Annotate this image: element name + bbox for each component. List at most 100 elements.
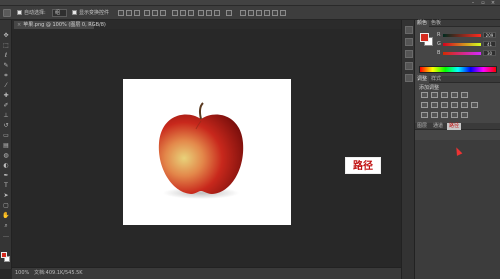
gradient-map-icon[interactable] <box>461 112 468 118</box>
apple-image <box>158 102 244 199</box>
green-value[interactable]: 41 <box>483 41 496 47</box>
canvas-area[interactable]: 路径 <box>12 29 401 267</box>
shape-tool-icon[interactable]: ▢ <box>2 202 10 209</box>
crop-tool-icon[interactable]: ⌗ <box>2 72 10 79</box>
curves-icon[interactable] <box>441 92 448 98</box>
red-value[interactable]: 209 <box>483 32 496 38</box>
paths-panel-body <box>415 140 500 279</box>
exposure-icon[interactable] <box>451 92 458 98</box>
zoom-level[interactable]: 100% <box>15 268 29 279</box>
auto-select-label: 自动选择: <box>24 10 46 16</box>
brush-panel-icon[interactable] <box>405 50 413 58</box>
adjustments-panel-tabs: 调整 样式 <box>415 76 500 83</box>
status-bar: 100% 文档:409.1K/545.5K <box>12 267 401 279</box>
3d-rotate-icon[interactable] <box>248 10 254 16</box>
history-brush-tool-icon[interactable]: ↺ <box>2 122 10 129</box>
threshold-icon[interactable] <box>441 112 448 118</box>
pen-tool-icon[interactable]: ✒ <box>2 172 10 179</box>
move-tool-icon[interactable]: ✥ <box>2 32 10 39</box>
healing-tool-icon[interactable]: ✚ <box>2 92 10 99</box>
tab-color[interactable]: 颜色 <box>415 20 430 27</box>
green-slider[interactable]: G 41 <box>437 41 497 48</box>
align-right-icon[interactable] <box>160 10 166 16</box>
document-size: 文档:409.1K/545.5K <box>34 270 83 276</box>
options-bar: 自动选择: 组 显示变换控件 <box>0 6 500 20</box>
levels-icon[interactable] <box>431 92 438 98</box>
lasso-tool-icon[interactable]: ℓ <box>2 52 10 59</box>
hue-saturation-icon[interactable] <box>421 102 428 108</box>
3d-mode-icon[interactable] <box>240 10 246 16</box>
channel-mixer-icon[interactable] <box>461 102 468 108</box>
color-spectrum-ramp[interactable] <box>419 66 497 73</box>
close-tab-icon[interactable]: × <box>17 22 21 28</box>
layers-panel-tabs: 图层 通道 路径 <box>415 123 500 130</box>
invert-icon[interactable] <box>421 112 428 118</box>
vibrance-icon[interactable] <box>461 92 468 98</box>
distribute-bottom-icon[interactable] <box>188 10 194 16</box>
align-vcenter-icon[interactable] <box>126 10 132 16</box>
red-slider[interactable]: R 209 <box>437 32 497 39</box>
auto-select-checkbox[interactable] <box>17 10 22 15</box>
stamp-tool-icon[interactable]: ⊥ <box>2 112 10 119</box>
tab-layers[interactable]: 图层 <box>415 123 429 130</box>
black-white-icon[interactable] <box>441 102 448 108</box>
move-tool-preset-icon[interactable] <box>3 9 11 17</box>
path-annotation-label: 路径 <box>345 157 381 174</box>
gradient-tool-icon[interactable]: ▤ <box>2 142 10 149</box>
path-select-tool-icon[interactable]: ➤ <box>2 192 10 199</box>
properties-panel-icon[interactable] <box>405 38 413 46</box>
quick-select-tool-icon[interactable]: ✎ <box>2 62 10 69</box>
right-panels: 颜色 色板 R 209 G 41 B 30 调整 样式 添加调整 图层 通道 路… <box>415 20 500 279</box>
tab-paths[interactable]: 路径 <box>447 123 462 130</box>
blue-slider[interactable]: B 30 <box>437 50 497 57</box>
align-top-icon[interactable] <box>118 10 124 16</box>
distribute-right-icon[interactable] <box>214 10 220 16</box>
posterize-icon[interactable] <box>431 112 438 118</box>
auto-align-icon[interactable] <box>226 10 232 16</box>
auto-select-dropdown[interactable]: 组 <box>52 9 67 17</box>
foreground-color-swatch[interactable] <box>1 252 7 258</box>
tab-styles[interactable]: 样式 <box>429 76 443 83</box>
dodge-tool-icon[interactable]: ◐ <box>2 162 10 169</box>
tab-swatches[interactable]: 色板 <box>429 20 443 27</box>
distribute-top-icon[interactable] <box>172 10 178 16</box>
photo-filter-icon[interactable] <box>451 102 458 108</box>
3d-slide-icon[interactable] <box>272 10 278 16</box>
eyedropper-tool-icon[interactable]: ⁄ <box>2 82 10 89</box>
align-bottom-icon[interactable] <box>134 10 140 16</box>
selective-color-icon[interactable] <box>451 112 458 118</box>
tab-channels[interactable]: 通道 <box>431 123 445 130</box>
show-transform-label: 显示变换控件 <box>79 10 110 16</box>
blue-value[interactable]: 30 <box>483 50 496 56</box>
3d-scale-icon[interactable] <box>280 10 286 16</box>
document-tab-bar: × 苹果.png @ 100% (图层 0, RGB/8) <box>12 20 401 29</box>
panel-foreground-swatch[interactable] <box>420 33 429 42</box>
color-lookup-icon[interactable] <box>471 102 478 108</box>
history-panel-icon[interactable] <box>405 26 413 34</box>
color-balance-icon[interactable] <box>431 102 438 108</box>
distribute-left-icon[interactable] <box>198 10 204 16</box>
show-transform-checkbox[interactable] <box>72 10 77 15</box>
distribute-vcenter-icon[interactable] <box>180 10 186 16</box>
marquee-tool-icon[interactable]: ⬚ <box>2 42 10 49</box>
brush-tool-icon[interactable]: ✐ <box>2 102 10 109</box>
3d-roll-icon[interactable] <box>256 10 262 16</box>
align-hcenter-icon[interactable] <box>152 10 158 16</box>
more-tools-icon[interactable]: … <box>2 232 10 239</box>
eraser-tool-icon[interactable]: ▭ <box>2 132 10 139</box>
document-canvas[interactable] <box>123 79 291 225</box>
3d-pan-icon[interactable] <box>264 10 270 16</box>
distribute-hcenter-icon[interactable] <box>206 10 212 16</box>
align-left-icon[interactable] <box>144 10 150 16</box>
document-tab[interactable]: × 苹果.png @ 100% (图层 0, RGB/8) <box>14 21 106 29</box>
document-tab-title: 苹果.png @ 100% (图层 0, RGB/8) <box>23 22 106 28</box>
hand-tool-icon[interactable]: ✋ <box>2 212 10 219</box>
blur-tool-icon[interactable]: ◍ <box>2 152 10 159</box>
type-tool-icon[interactable]: T <box>2 182 10 189</box>
zoom-tool-icon[interactable]: ⌕ <box>2 222 10 229</box>
character-panel-icon[interactable] <box>405 74 413 82</box>
tools-panel: ✥ ⬚ ℓ ✎ ⌗ ⁄ ✚ ✐ ⊥ ↺ ▭ ▤ ◍ ◐ ✒ T ➤ ▢ ✋ ⌕ … <box>0 20 12 269</box>
tab-adjustments[interactable]: 调整 <box>415 76 430 83</box>
brightness-icon[interactable] <box>421 92 428 98</box>
info-panel-icon[interactable] <box>405 62 413 70</box>
